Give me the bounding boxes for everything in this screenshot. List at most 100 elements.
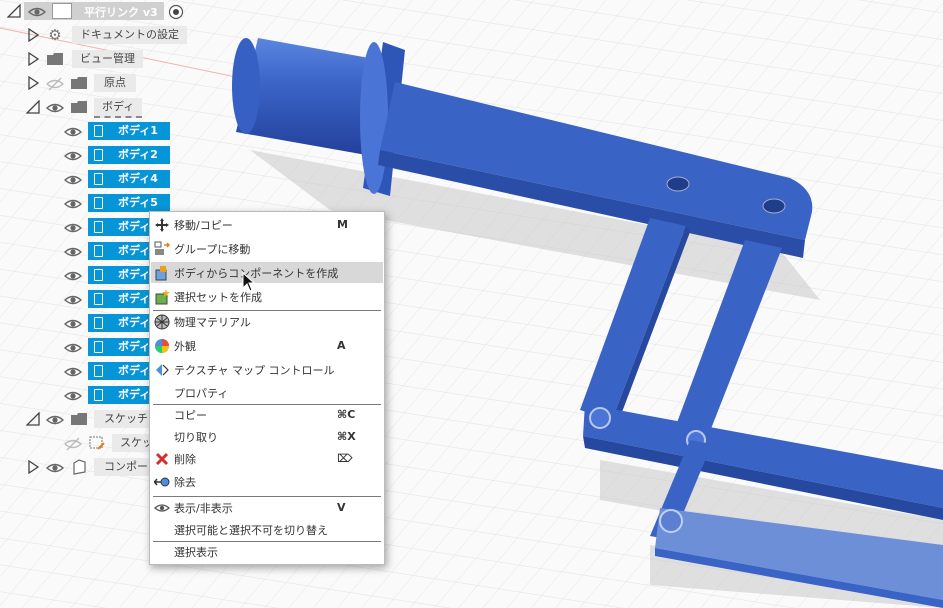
menu-item[interactable]: プロパティ bbox=[151, 382, 383, 403]
gear-icon: ⚙ bbox=[48, 26, 62, 44]
eye-icon[interactable] bbox=[64, 340, 82, 356]
menu-item-label: テクスチャ マップ コントロール bbox=[174, 363, 335, 377]
context-menu: 移動/コピー M グループに移動ボディからコンポーネントを作成選択セットを作成物理マ… bbox=[149, 211, 385, 565]
folder-icon bbox=[70, 75, 88, 91]
menu-item[interactable]: 表示/非表示 V bbox=[151, 497, 383, 518]
folder-icon bbox=[70, 411, 88, 427]
eye-hidden-icon[interactable] bbox=[64, 436, 82, 452]
mouse-cursor-icon bbox=[242, 272, 256, 292]
menu-item[interactable]: 除去 bbox=[151, 471, 383, 492]
menu-item[interactable]: 移動/コピー M bbox=[151, 214, 383, 235]
body-icon bbox=[88, 218, 108, 236]
menu-item-shortcut: M bbox=[337, 218, 348, 231]
appearance-icon bbox=[154, 338, 170, 354]
eye-icon[interactable] bbox=[64, 220, 82, 236]
browser-item-view-management[interactable]: ビュー管理 bbox=[0, 49, 190, 69]
eye-icon[interactable] bbox=[64, 268, 82, 284]
eye-icon[interactable] bbox=[64, 244, 82, 260]
menu-item[interactable]: ボディからコンポーネントを作成 bbox=[151, 262, 383, 283]
eye-icon[interactable] bbox=[64, 316, 82, 332]
folder-icon bbox=[70, 99, 88, 115]
browser-item-document-settings[interactable]: ドキュメントの設定 ⚙ bbox=[0, 25, 190, 45]
menu-item-shortcut: ⌘X bbox=[337, 430, 356, 443]
browser-root-row[interactable]: 平行リンク v3 bbox=[0, 1, 190, 21]
body-icon bbox=[88, 266, 108, 284]
browser-item-sketches-folder[interactable]: スケッチ bbox=[0, 409, 154, 429]
menu-item[interactable]: 選択セットを作成 bbox=[151, 286, 383, 307]
menu-item[interactable]: 選択可能と選択不可を切り替え bbox=[151, 519, 383, 540]
menu-item[interactable]: 外観 A bbox=[151, 335, 383, 356]
menu-item-label: コピー bbox=[174, 408, 207, 422]
menu-item[interactable]: 削除 ⌦ bbox=[151, 448, 383, 469]
expand-triangle-icon[interactable] bbox=[26, 76, 40, 90]
body-icon bbox=[88, 362, 108, 380]
body-icon bbox=[88, 170, 108, 188]
sketch-icon bbox=[88, 435, 106, 451]
item-label: コンポー bbox=[94, 458, 154, 476]
eye-icon[interactable] bbox=[28, 4, 46, 20]
eye-icon bbox=[154, 500, 170, 516]
root-title: 平行リンク v3 bbox=[84, 6, 158, 19]
remove-icon bbox=[154, 474, 170, 490]
expand-triangle-icon[interactable] bbox=[26, 460, 40, 474]
eye-icon[interactable] bbox=[46, 412, 64, 428]
menu-separator bbox=[153, 310, 381, 311]
eye-icon[interactable] bbox=[64, 388, 82, 404]
item-label: ビュー管理 bbox=[72, 50, 143, 68]
body-row[interactable]: ボディ2 bbox=[0, 145, 175, 165]
menu-item-label: 物理マテリアル bbox=[174, 315, 251, 329]
browser-item-component[interactable]: コンポー bbox=[0, 457, 154, 477]
item-label: 原点 bbox=[94, 74, 136, 92]
item-label: スケッチ bbox=[94, 410, 154, 428]
eye-icon[interactable] bbox=[64, 124, 82, 140]
eye-icon[interactable] bbox=[64, 172, 82, 188]
collapse-triangle-icon[interactable] bbox=[26, 412, 40, 426]
eye-icon[interactable] bbox=[64, 148, 82, 164]
expand-triangle-icon[interactable] bbox=[26, 28, 40, 42]
eye-icon[interactable] bbox=[64, 196, 82, 212]
body-icon bbox=[88, 242, 108, 260]
menu-item-label: 移動/コピー bbox=[174, 218, 233, 232]
menu-separator bbox=[153, 404, 381, 405]
expand-triangle-icon[interactable] bbox=[26, 52, 40, 66]
collapse-triangle-icon[interactable] bbox=[7, 4, 21, 18]
menu-item-label: 外観 bbox=[174, 339, 196, 353]
menu-item-label: 選択可能と選択不可を切り替え bbox=[174, 523, 328, 537]
body-icon bbox=[88, 290, 108, 308]
eye-icon[interactable] bbox=[46, 100, 64, 116]
collapse-triangle-icon[interactable] bbox=[26, 100, 40, 114]
menu-item[interactable]: 選択表示 bbox=[151, 541, 383, 562]
item-label: ボディ bbox=[94, 98, 143, 118]
body-row[interactable]: ボディ5 bbox=[0, 193, 175, 213]
body-icon bbox=[88, 146, 108, 164]
menu-item-label: 除去 bbox=[174, 475, 196, 489]
body-row[interactable]: ボディ1 bbox=[0, 121, 175, 141]
eye-hidden-icon[interactable] bbox=[46, 76, 64, 92]
browser-item-sketch[interactable]: スケッ bbox=[0, 433, 159, 453]
menu-item[interactable]: グループに移動 bbox=[151, 238, 383, 259]
eye-icon[interactable] bbox=[46, 460, 64, 476]
create-component-icon bbox=[154, 265, 170, 281]
body-row[interactable]: ボディ4 bbox=[0, 169, 175, 189]
menu-item[interactable]: コピー ⌘C bbox=[151, 404, 383, 425]
component-icon bbox=[70, 459, 88, 475]
document-icon bbox=[52, 3, 72, 19]
folder-icon bbox=[46, 51, 64, 67]
activate-radio-icon[interactable] bbox=[168, 4, 184, 20]
move-icon bbox=[154, 217, 170, 233]
menu-item-label: ボディからコンポーネントを作成 bbox=[174, 266, 339, 280]
browser-item-bodies-folder[interactable]: ボディ bbox=[0, 97, 190, 118]
item-label: ドキュメントの設定 bbox=[72, 26, 187, 44]
browser-item-origin[interactable]: 原点 bbox=[0, 73, 190, 93]
menu-item-label: 切り取り bbox=[174, 430, 218, 444]
menu-item[interactable]: 切り取り ⌘X bbox=[151, 426, 383, 447]
menu-item[interactable]: テクスチャ マップ コントロール bbox=[151, 359, 383, 380]
eye-icon[interactable] bbox=[64, 292, 82, 308]
menu-item[interactable]: 物理マテリアル bbox=[151, 311, 383, 332]
menu-item-label: 削除 bbox=[174, 452, 196, 466]
menu-item-label: プロパティ bbox=[174, 386, 229, 400]
body-icon bbox=[88, 194, 108, 212]
group-move-icon bbox=[154, 241, 170, 257]
menu-item-shortcut: V bbox=[337, 501, 346, 514]
eye-icon[interactable] bbox=[64, 364, 82, 380]
